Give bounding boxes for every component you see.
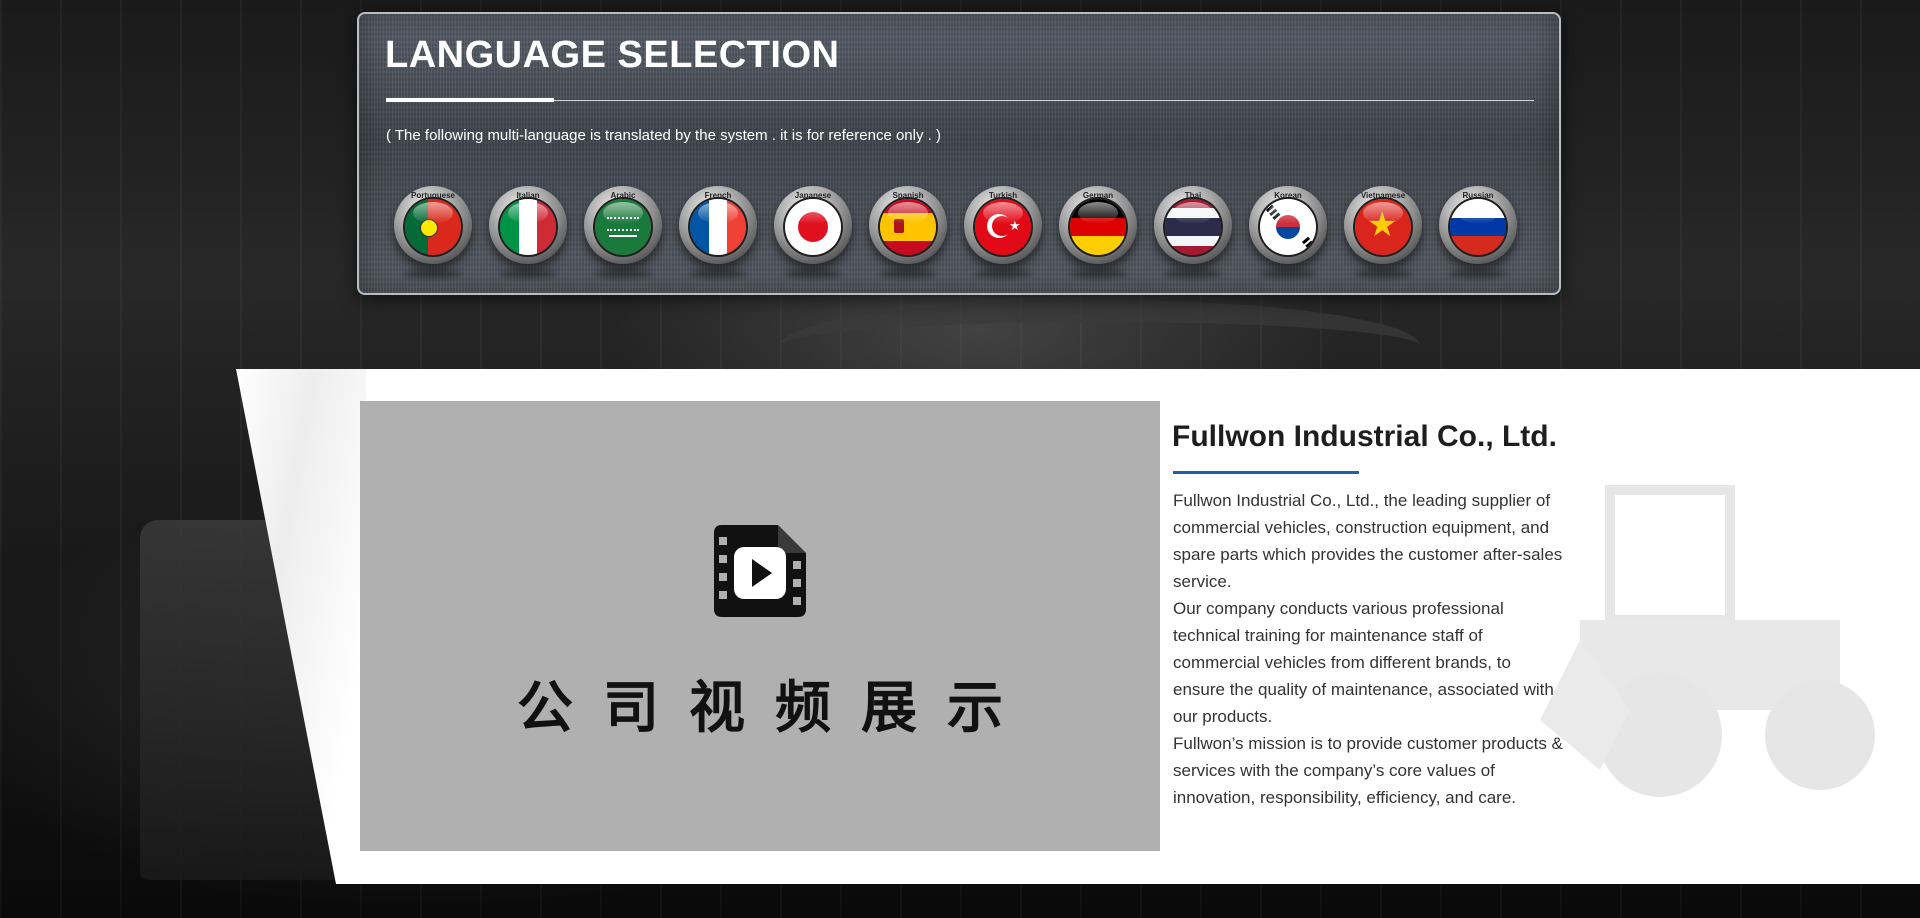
turkey-flag-icon: ★ [975, 199, 1031, 255]
company-title-underline [1173, 471, 1359, 474]
spain-flag-icon [880, 199, 936, 255]
saudi-arabia-flag-icon [595, 199, 651, 255]
language-button-japanese[interactable]: Japanese [774, 186, 852, 264]
language-button-spanish[interactable]: Spanish [869, 186, 947, 264]
language-flag-list: Portuguese Italian Arabic French Japanes… [394, 186, 1534, 276]
portugal-flag-icon [405, 199, 461, 255]
thailand-flag-icon [1165, 199, 1221, 255]
france-flag-icon [690, 199, 746, 255]
wheel-loader-watermark [1540, 485, 1875, 797]
language-panel-divider [386, 100, 1534, 101]
vietnam-flag-icon: ★ [1355, 199, 1411, 255]
language-button-german[interactable]: German [1059, 186, 1137, 264]
language-button-vietnamese[interactable]: Vietnamese ★ [1344, 186, 1422, 264]
company-paragraph: Fullwon Industrial Co., Ltd., the leadin… [1173, 491, 1563, 591]
company-description: Fullwon Industrial Co., Ltd., the leadin… [1173, 487, 1565, 811]
film-play-icon [714, 525, 806, 617]
language-panel-divider-accent [386, 98, 554, 102]
language-button-russian[interactable]: Russian [1439, 186, 1517, 264]
language-button-italian[interactable]: Italian [489, 186, 567, 264]
company-video-player[interactable]: 公司视频展示 [360, 401, 1160, 851]
translation-disclaimer: ( The following multi-language is transl… [386, 127, 941, 144]
germany-flag-icon [1070, 199, 1126, 255]
language-selection-panel: LANGUAGE SELECTION ( The following multi… [357, 12, 1561, 295]
language-button-thai[interactable]: Thai [1154, 186, 1232, 264]
company-paragraph: Our company conducts various professiona… [1173, 599, 1554, 726]
company-name: Fullwon Industrial Co., Ltd. [1172, 420, 1557, 453]
language-button-korean[interactable]: Korean [1249, 186, 1327, 264]
korea-flag-icon [1260, 199, 1316, 255]
japan-flag-icon [785, 199, 841, 255]
video-caption: 公司视频展示 [517, 676, 1033, 741]
language-button-arabic[interactable]: Arabic [584, 186, 662, 264]
language-panel-title: LANGUAGE SELECTION [385, 34, 840, 76]
russia-flag-icon [1450, 199, 1506, 255]
language-button-turkish[interactable]: Turkish ★ [964, 186, 1042, 264]
company-paragraph: Fullwon’s mission is to provide customer… [1173, 734, 1563, 807]
language-button-portuguese[interactable]: Portuguese [394, 186, 472, 264]
language-button-french[interactable]: French [679, 186, 757, 264]
italy-flag-icon [500, 199, 556, 255]
